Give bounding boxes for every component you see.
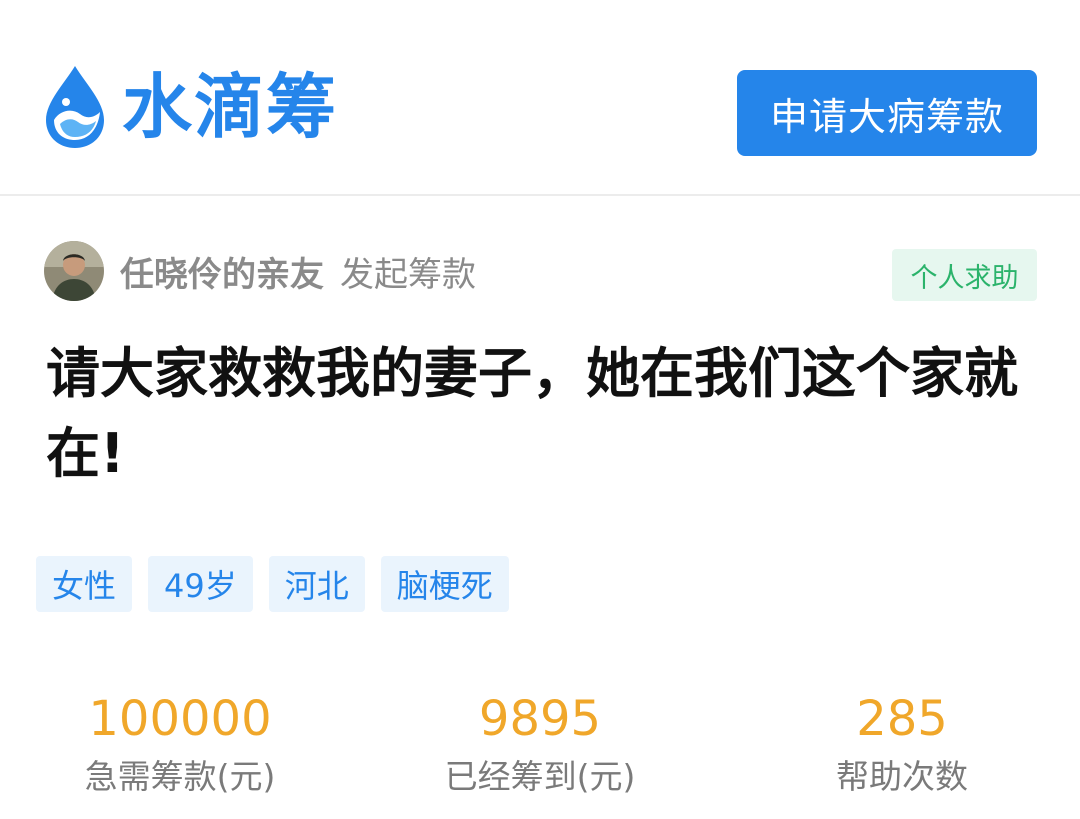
stat-supporters-label: 帮助次数 [836, 757, 968, 796]
stats-row: 100000 急需筹款(元) 9895 已经筹到(元) 285 帮助次数 [0, 690, 1080, 800]
stat-supporters-value: 285 [856, 691, 948, 747]
avatar[interactable] [44, 241, 104, 301]
stat-target: 100000 急需筹款(元) [20, 690, 340, 802]
stat-raised-label: 已经筹到(元) [444, 757, 636, 796]
stat-target-label: 急需筹款(元) [84, 757, 276, 796]
tag-location: 河北 [268, 556, 365, 612]
stat-target-value: 100000 [88, 691, 272, 747]
apply-fundraising-button[interactable]: 申请大病筹款 [737, 70, 1037, 156]
tag-diagnosis: 脑梗死 [380, 556, 509, 612]
logo[interactable]: 水滴筹 [42, 64, 338, 150]
stat-raised-value: 9895 [478, 691, 602, 747]
tag-list: 女性 49岁 河北 脑梗死 [36, 556, 525, 612]
stat-supporters: 285 帮助次数 [742, 690, 1062, 802]
water-drop-icon [46, 66, 104, 148]
tag-age: 49岁 [148, 556, 253, 612]
organizer-action: 发起筹款 [340, 254, 476, 295]
campaign-title: 请大家救救我的妻子，她在我们这个家就在! [46, 342, 1018, 485]
top-header: 水滴筹 申请大病筹款 [0, 0, 1080, 196]
tag-gender: 女性 [36, 556, 133, 612]
organizer-row: 任晓伶的亲友 发起筹款 [44, 241, 476, 301]
stat-raised: 9895 已经筹到(元) [380, 690, 700, 802]
personal-help-badge: 个人求助 [892, 249, 1037, 301]
logo-text: 水滴筹 [122, 66, 338, 148]
organizer-name[interactable]: 任晓伶的亲友 [120, 247, 324, 296]
